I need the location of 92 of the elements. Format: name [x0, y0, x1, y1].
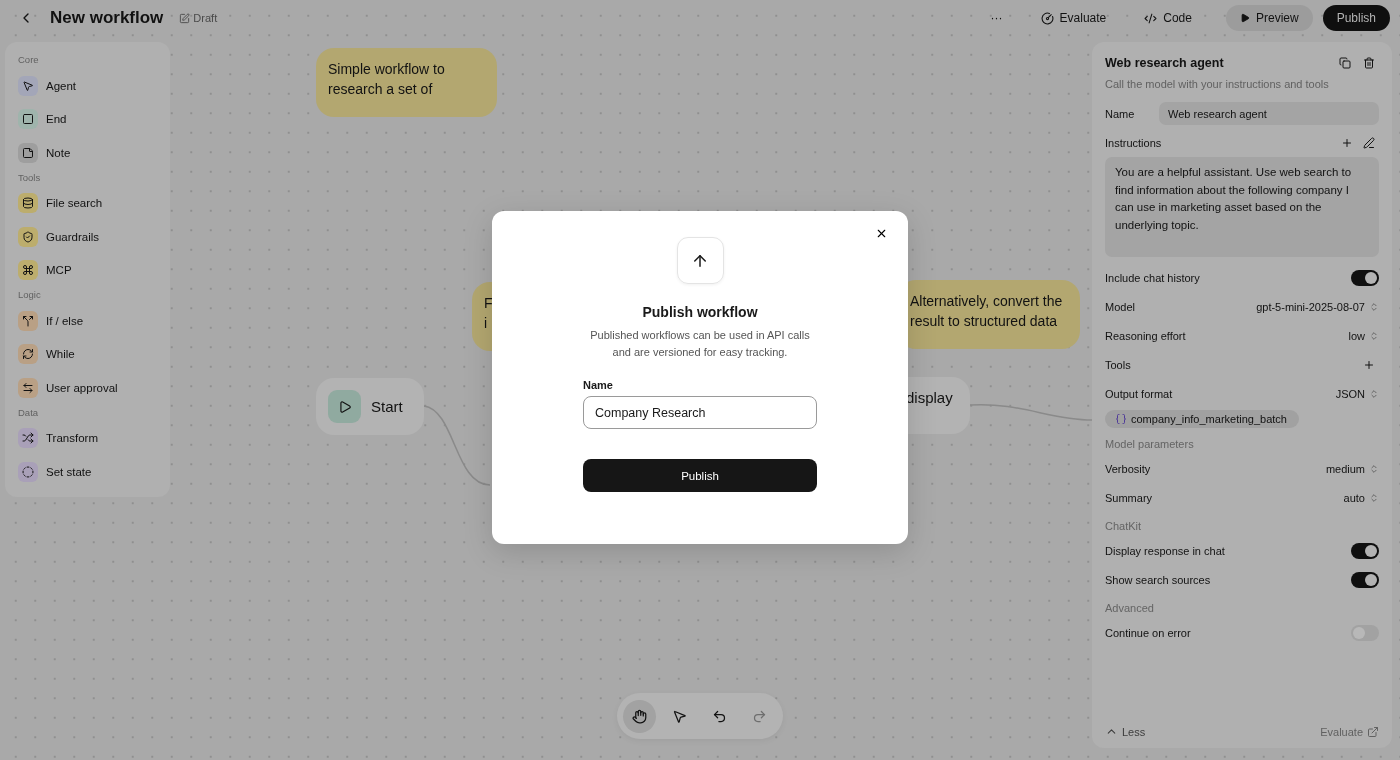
- palette-item[interactable]: Guardrails: [46, 230, 100, 243]
- toggle-switch[interactable]: [1351, 571, 1379, 588]
- upload-icon: [676, 237, 724, 284]
- publish-button[interactable]: Publish: [1322, 5, 1390, 31]
- panel-subtitle: Call the model with your instructions and tools: [1105, 78, 1330, 90]
- evaluate-button[interactable]: Evaluate: [1026, 5, 1121, 31]
- section-title: Advanced: [1105, 601, 1155, 616]
- more-button[interactable]: ···: [976, 5, 1017, 31]
- undo-icon: [712, 708, 727, 724]
- section-title: Data: [18, 405, 40, 420]
- dialog-description: Published workflows can be used in API calls and are versioned for easy tracking.: [590, 328, 810, 360]
- panel-title: Web research agent: [1105, 56, 1224, 70]
- preview-button[interactable]: Preview: [1225, 5, 1313, 31]
- braces-icon: [1115, 413, 1127, 425]
- section-title: ChatKit: [1105, 519, 1143, 534]
- section-title: Core: [18, 53, 40, 67]
- add-button[interactable]: [1363, 358, 1375, 371]
- play-icon: [328, 390, 361, 423]
- dialog-title: Publish workflow: [642, 304, 758, 320]
- chevrons-icon: [1369, 492, 1379, 503]
- trash-icon: [1363, 57, 1375, 69]
- field-label: Model: [1105, 300, 1135, 313]
- publish-button[interactable]: Publish: [583, 459, 817, 492]
- field-label: Include chat history: [1105, 271, 1200, 284]
- field-label: Tools: [1105, 358, 1131, 371]
- select-control[interactable]: gpt-5-mini-2025-08-07: [1256, 300, 1379, 313]
- gauge-icon: [1040, 11, 1054, 25]
- copy-button[interactable]: [1339, 57, 1351, 69]
- palette-item[interactable]: Agent: [46, 79, 77, 92]
- palette-item[interactable]: If / else: [46, 314, 84, 327]
- chevrons-icon: [1369, 301, 1379, 312]
- palette-item[interactable]: User approval: [46, 381, 118, 394]
- external-link-icon: [1367, 725, 1379, 738]
- draft-status: Draft: [193, 12, 218, 24]
- code-icon: [1144, 11, 1158, 25]
- field-label: Output format: [1105, 387, 1173, 400]
- note-text: Alternatively, convert the result to structured data: [910, 292, 1064, 331]
- node-label: display: [906, 389, 953, 406]
- field-label: Summary: [1105, 491, 1153, 504]
- play-icon: [1239, 13, 1250, 23]
- name-field[interactable]: Web research agent: [1159, 102, 1379, 125]
- field-label: Display response in chat: [1105, 544, 1225, 557]
- select-control[interactable]: medium: [1325, 462, 1379, 475]
- schema-chip[interactable]: company_info_marketing_batch: [1105, 410, 1299, 428]
- code-button[interactable]: Code: [1130, 5, 1206, 31]
- palette-item[interactable]: Transform: [46, 432, 98, 445]
- hand-icon: [632, 708, 647, 724]
- field-label: Name: [1105, 107, 1135, 120]
- field-label: Instructions: [1105, 136, 1162, 149]
- palette-item[interactable]: Note: [46, 146, 71, 159]
- plus-icon: [1363, 358, 1375, 371]
- delete-button[interactable]: [1363, 57, 1375, 69]
- pen-icon: [1363, 136, 1375, 149]
- note-text: F i: [484, 294, 494, 333]
- field-label: Reasoning effort: [1105, 329, 1186, 342]
- workflow-node[interactable]: Start: [316, 378, 424, 435]
- toggle-switch[interactable]: [1351, 269, 1379, 286]
- palette-item[interactable]: MCP: [46, 264, 72, 277]
- palette-item[interactable]: File search: [46, 197, 103, 210]
- pen-button[interactable]: [1363, 136, 1375, 149]
- note-text: Simple workflow to research a set of: [328, 60, 446, 99]
- copy-icon: [1339, 57, 1351, 69]
- toggle-switch[interactable]: [1351, 542, 1379, 559]
- less-button[interactable]: Less: [1105, 725, 1146, 738]
- select-control[interactable]: JSON: [1335, 387, 1379, 400]
- add-button[interactable]: [1341, 136, 1353, 149]
- select-control[interactable]: auto: [1343, 491, 1379, 504]
- node-label: Start: [371, 398, 403, 415]
- plus-icon: [1341, 136, 1353, 149]
- field-label: Show search sources: [1105, 573, 1211, 586]
- select-control[interactable]: low: [1348, 329, 1379, 342]
- field-label: Continue on error: [1105, 626, 1191, 639]
- pointer-icon: [672, 708, 687, 724]
- close-icon: [875, 227, 888, 240]
- palette-item[interactable]: Set state: [46, 465, 92, 478]
- workflow-title: New workflow: [50, 8, 164, 28]
- section-title: Tools: [18, 170, 42, 185]
- tool-button[interactable]: [623, 699, 656, 733]
- field-label: Name: [583, 379, 614, 391]
- instructions-field[interactable]: You are a helpful assistant. Use web search to find information about the following company I can use in marketing asset based on the underlying topic.: [1105, 157, 1379, 257]
- palette-item[interactable]: While: [46, 348, 75, 361]
- pen-square-icon: [179, 12, 191, 24]
- palette-item[interactable]: End: [46, 113, 67, 126]
- chevrons-icon: [1369, 463, 1379, 474]
- field-label: Verbosity: [1105, 462, 1151, 475]
- name-input[interactable]: Company Research: [583, 396, 817, 429]
- section-title: Model parameters: [1105, 437, 1195, 452]
- redo-icon: [752, 708, 767, 724]
- chevrons-icon: [1369, 330, 1379, 341]
- section-title: Logic: [18, 288, 42, 302]
- close-button[interactable]: [875, 227, 888, 240]
- chevrons-icon: [1369, 388, 1379, 399]
